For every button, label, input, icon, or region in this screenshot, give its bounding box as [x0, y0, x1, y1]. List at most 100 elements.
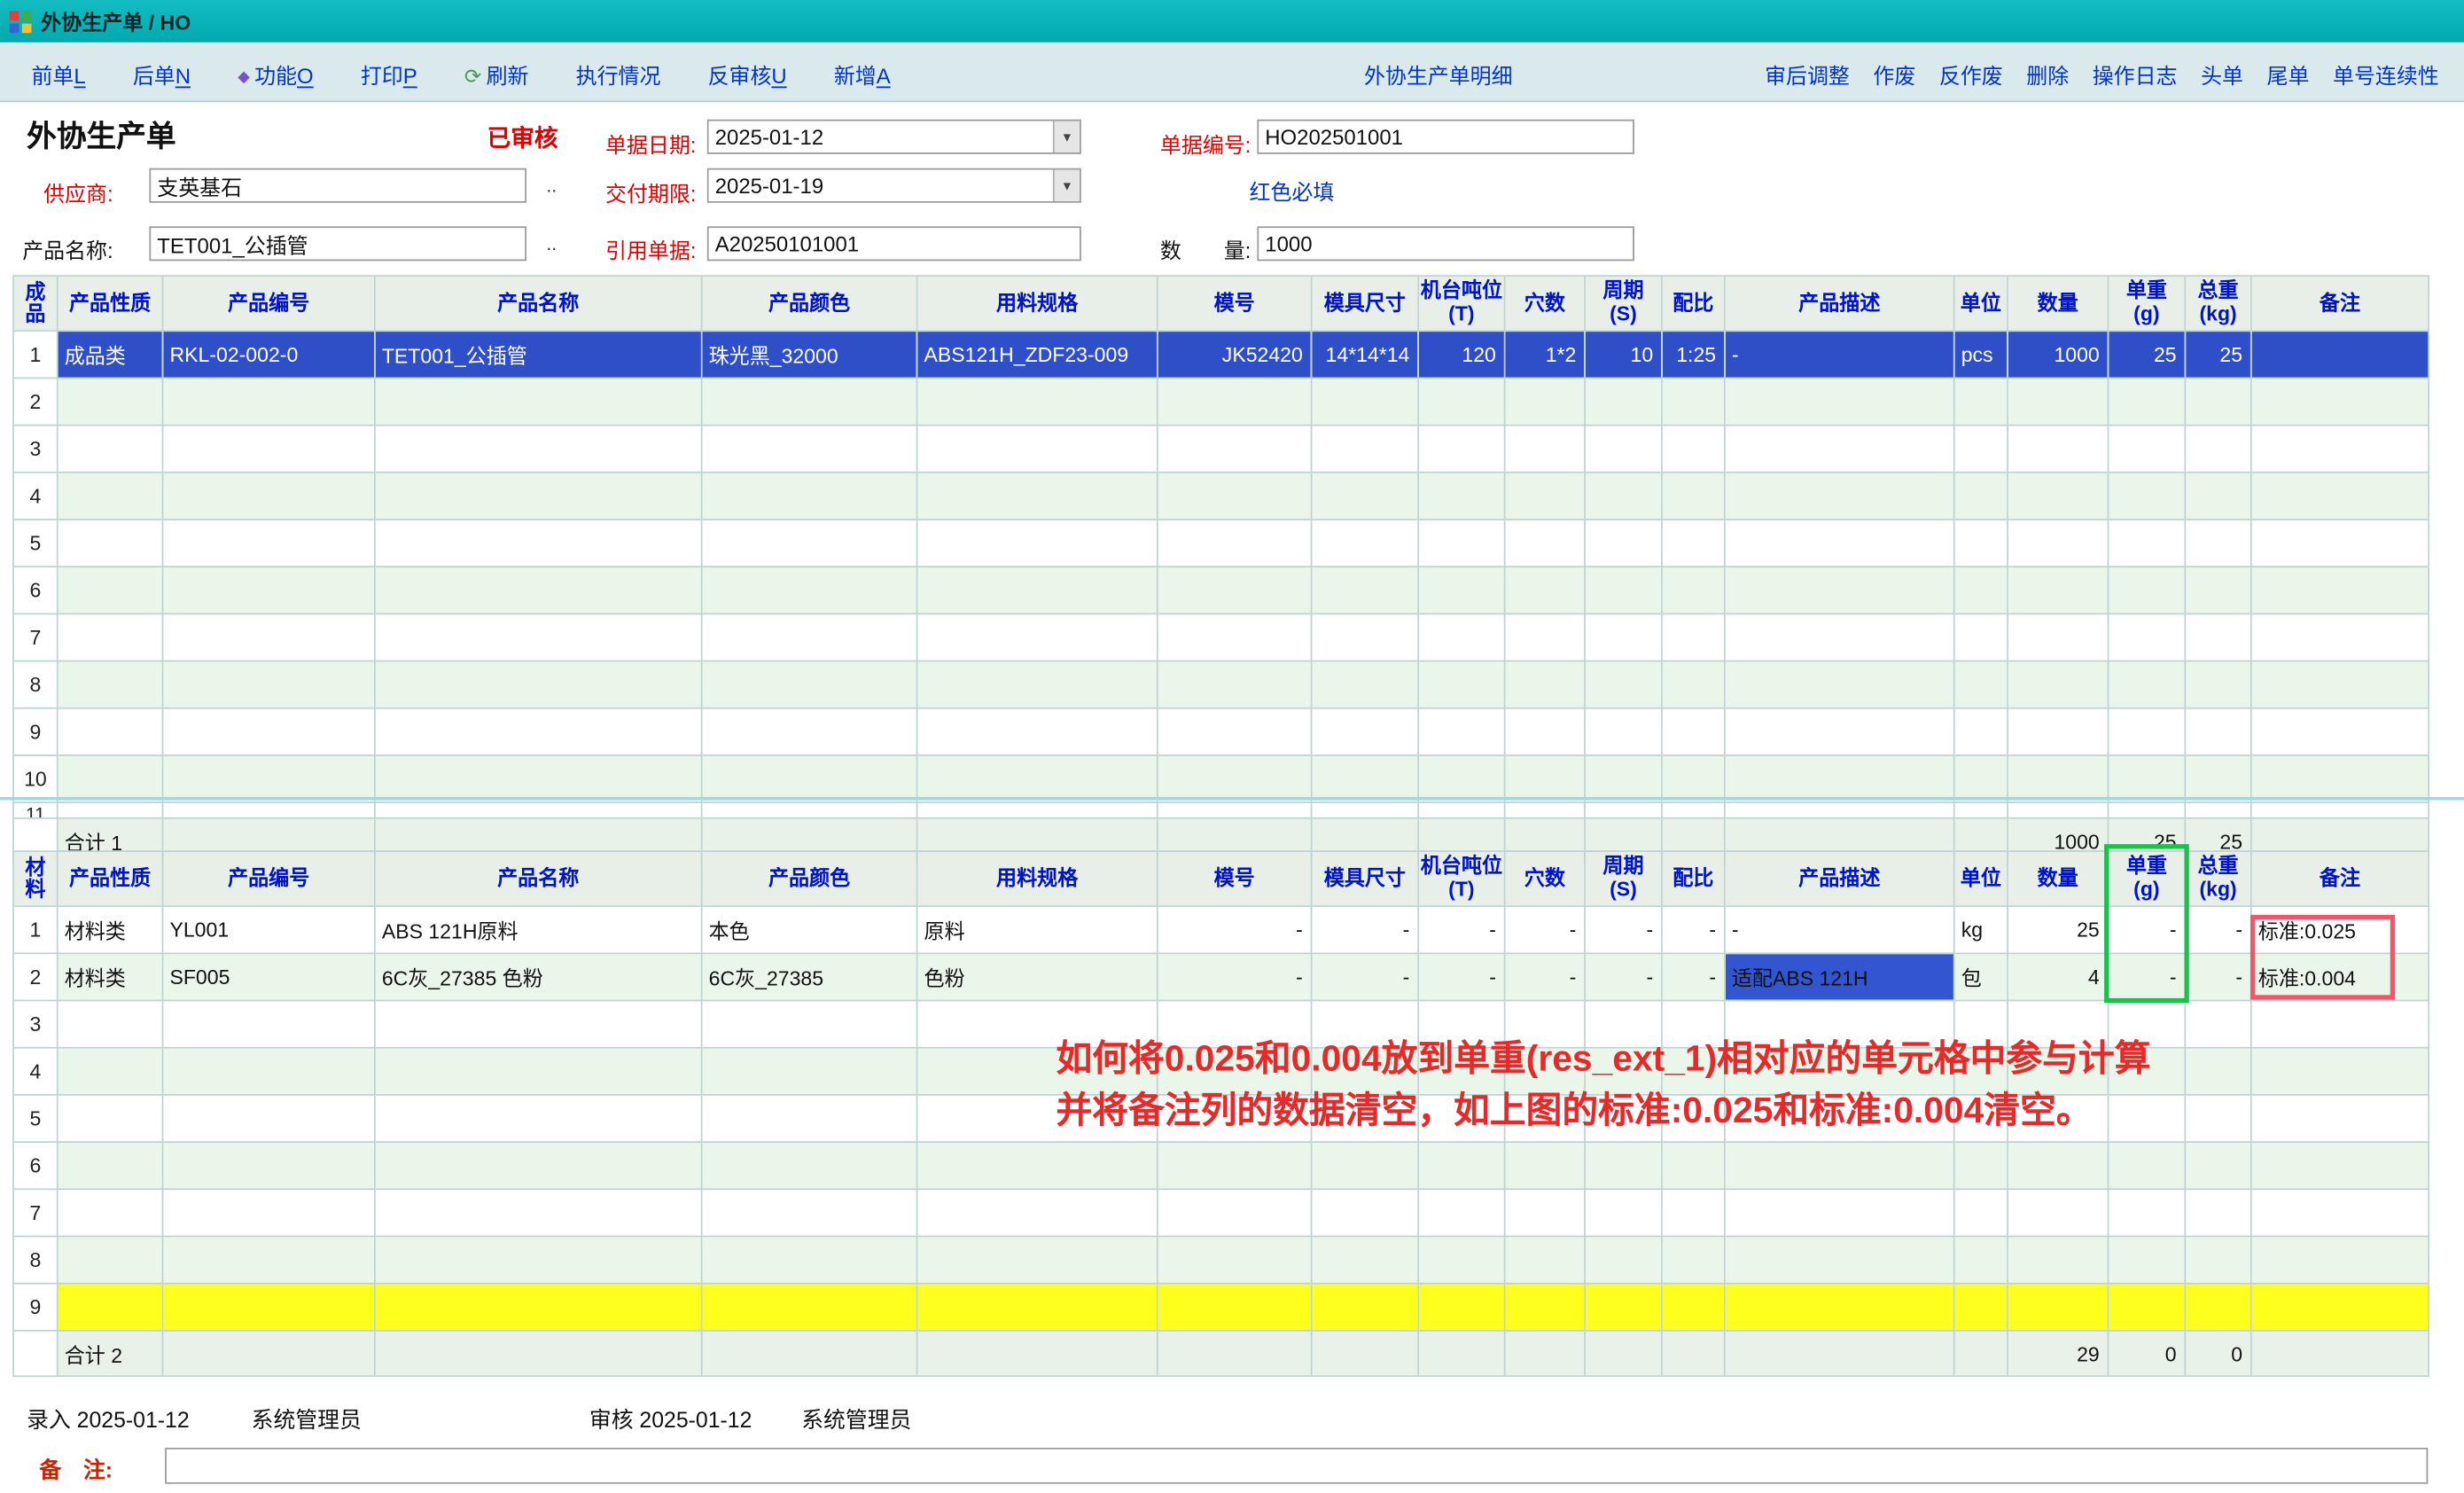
table-cell[interactable]: [1418, 567, 1505, 614]
table-cell[interactable]: [2108, 661, 2185, 708]
table-cell[interactable]: [917, 1048, 1158, 1095]
column-header[interactable]: 模具尺寸: [1312, 851, 1419, 906]
table-cell[interactable]: [2185, 378, 2250, 425]
table-cell[interactable]: [2108, 1142, 2185, 1189]
table-cell[interactable]: [2108, 802, 2185, 818]
table-cell[interactable]: [2251, 520, 2429, 567]
table-cell[interactable]: [375, 1095, 702, 1142]
column-header[interactable]: 总重 (kg): [2185, 276, 2250, 331]
column-header[interactable]: 备注: [2251, 851, 2429, 906]
table-cell[interactable]: [375, 755, 702, 802]
table-cell[interactable]: [2185, 1284, 2250, 1331]
table-cell[interactable]: [2008, 1284, 2108, 1331]
table-cell[interactable]: [917, 520, 1158, 567]
table-cell[interactable]: [2008, 614, 2108, 661]
table-cell[interactable]: -: [2108, 953, 2185, 1000]
table-cell[interactable]: 120: [1418, 331, 1505, 378]
table-cell[interactable]: [1725, 378, 1954, 425]
table-cell[interactable]: [1585, 1142, 1662, 1189]
table-cell[interactable]: [2185, 802, 2250, 818]
table-cell[interactable]: [1418, 1284, 1505, 1331]
table-cell[interactable]: [2008, 378, 2108, 425]
table-cell[interactable]: [1662, 520, 1725, 567]
table-cell[interactable]: 14*14*14: [1312, 331, 1419, 378]
table-cell[interactable]: [1505, 802, 1585, 818]
table-cell[interactable]: [1585, 1189, 1662, 1236]
table-cell[interactable]: [1158, 473, 1312, 520]
table-cell[interactable]: [375, 426, 702, 473]
table-cell[interactable]: [2185, 1236, 2250, 1283]
table-cell[interactable]: [2185, 755, 2250, 802]
table-cell[interactable]: [1585, 614, 1662, 661]
table-cell[interactable]: [1725, 614, 1954, 661]
table-cell[interactable]: [1312, 661, 1419, 708]
table-cell[interactable]: [2008, 473, 2108, 520]
doc-no-input[interactable]: [1257, 120, 1634, 154]
table-cell[interactable]: [1418, 378, 1505, 425]
table-cell[interactable]: [1158, 755, 1312, 802]
table-cell[interactable]: [2251, 755, 2429, 802]
table-cell[interactable]: [2108, 1048, 2185, 1095]
table-cell[interactable]: [917, 755, 1158, 802]
table-cell[interactable]: [1312, 473, 1419, 520]
table-cell[interactable]: [1662, 1189, 1725, 1236]
toolbar-button[interactable]: 反作废: [1939, 59, 2003, 90]
row-number[interactable]: 3: [13, 426, 58, 473]
table-cell[interactable]: [375, 1048, 702, 1095]
table-cell[interactable]: [1158, 426, 1312, 473]
table-cell[interactable]: -: [1585, 906, 1662, 953]
table-cell[interactable]: -: [1312, 906, 1419, 953]
table-cell[interactable]: [1662, 378, 1725, 425]
column-header[interactable]: 产品颜色: [702, 851, 917, 906]
table-cell[interactable]: [1585, 378, 1662, 425]
table-cell[interactable]: [917, 1189, 1158, 1236]
table-cell[interactable]: [1662, 802, 1725, 818]
table-cell[interactable]: [375, 1001, 702, 1048]
column-header[interactable]: 产品描述: [1725, 276, 1954, 331]
table-cell[interactable]: [375, 708, 702, 755]
table-cell[interactable]: [1662, 614, 1725, 661]
toolbar-button[interactable]: 反审核U: [708, 59, 787, 90]
table-cell[interactable]: [2251, 708, 2429, 755]
ref-doc-input[interactable]: [707, 226, 1081, 261]
table-cell[interactable]: [1725, 473, 1954, 520]
table-cell[interactable]: [2185, 473, 2250, 520]
table-cell[interactable]: [1662, 661, 1725, 708]
table-cell[interactable]: [1662, 426, 1725, 473]
table-cell[interactable]: [2008, 1001, 2108, 1048]
toolbar-button[interactable]: 新增A: [834, 59, 891, 90]
row-number[interactable]: 10: [13, 755, 58, 802]
table-cell[interactable]: RKL-02-002-0: [163, 331, 375, 378]
table-cell[interactable]: [702, 426, 917, 473]
table-cell[interactable]: TET001_公插管: [375, 331, 702, 378]
column-header[interactable]: 单位: [1954, 851, 2008, 906]
table-cell[interactable]: [1662, 1284, 1725, 1331]
product-browse-button[interactable]: ..: [539, 232, 564, 254]
table-cell[interactable]: [917, 473, 1158, 520]
table-cell[interactable]: [58, 473, 163, 520]
table-cell[interactable]: [375, 520, 702, 567]
table-cell[interactable]: [1158, 1048, 1312, 1095]
table-cell[interactable]: [2008, 426, 2108, 473]
table-cell[interactable]: [58, 426, 163, 473]
column-header[interactable]: 穴数: [1505, 276, 1585, 331]
table-cell[interactable]: [2108, 473, 2185, 520]
table-cell[interactable]: [2108, 567, 2185, 614]
table-cell[interactable]: [1158, 1095, 1312, 1142]
table-cell[interactable]: [1505, 473, 1585, 520]
table-cell[interactable]: [163, 614, 375, 661]
table-cell[interactable]: [375, 567, 702, 614]
table-cell[interactable]: [702, 378, 917, 425]
table-cell[interactable]: [702, 1048, 917, 1095]
column-header[interactable]: 周期 (S): [1585, 851, 1662, 906]
table-cell[interactable]: [1505, 1095, 1585, 1142]
table-cell[interactable]: [2008, 1048, 2108, 1095]
table-cell[interactable]: [1158, 567, 1312, 614]
table-cell[interactable]: [1585, 1236, 1662, 1283]
table-cell[interactable]: [702, 1189, 917, 1236]
row-number[interactable]: 6: [13, 1142, 58, 1189]
column-header[interactable]: 配比: [1662, 276, 1725, 331]
table-cell[interactable]: SF005: [163, 953, 375, 1000]
table-cell[interactable]: [163, 1048, 375, 1095]
table-cell[interactable]: [58, 567, 163, 614]
